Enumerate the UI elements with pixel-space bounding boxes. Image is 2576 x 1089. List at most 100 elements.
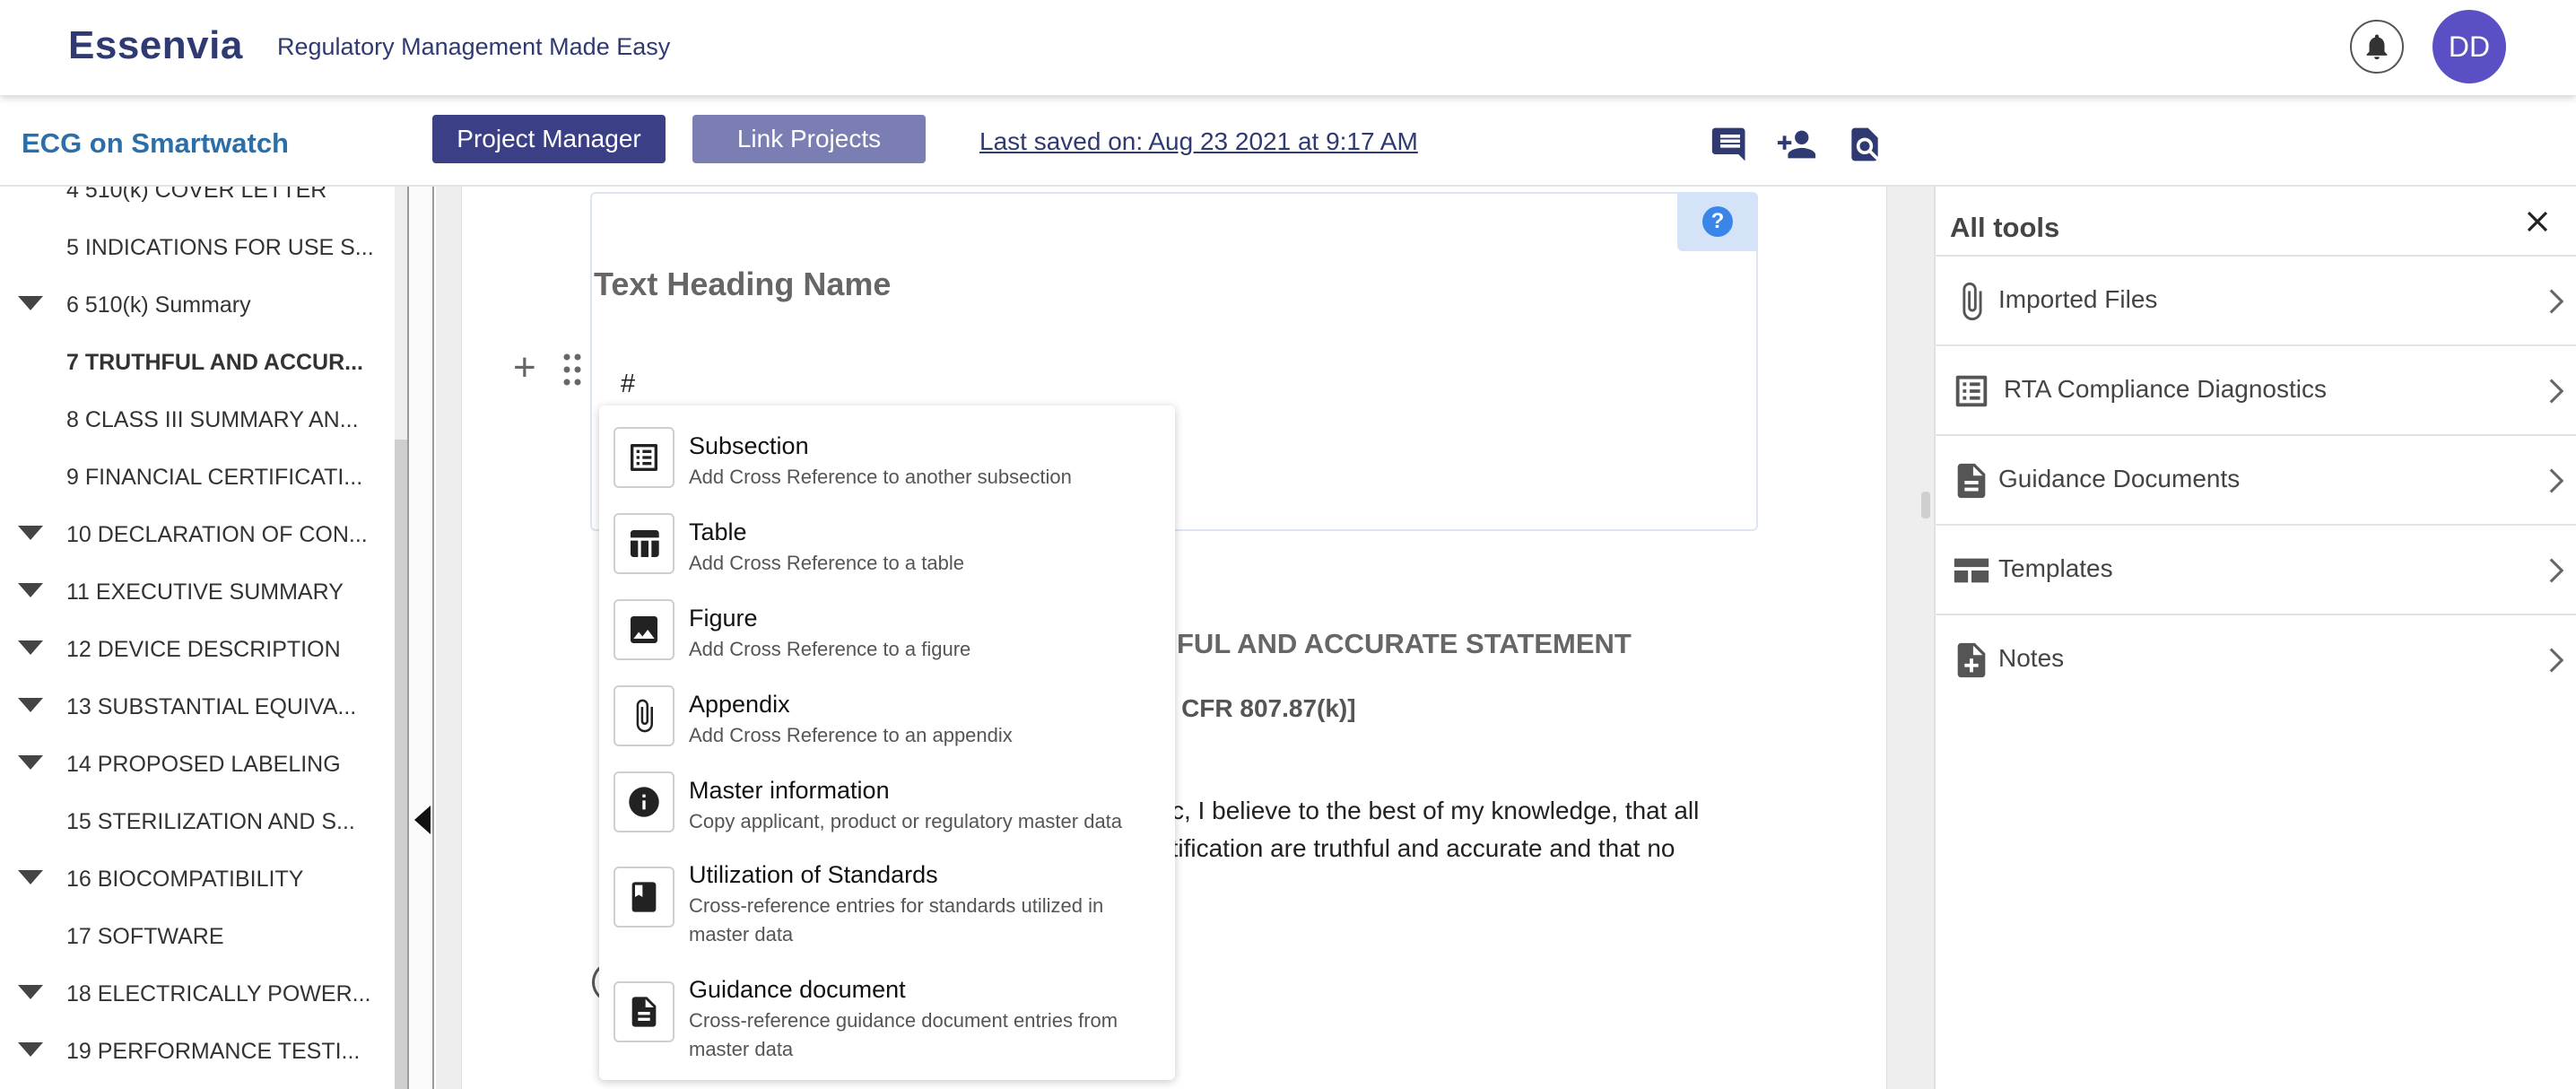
cross-reference-menu: Subsection Add Cross Reference to anothe… xyxy=(599,405,1175,1080)
tool-guidance-documents[interactable]: Guidance Documents xyxy=(1934,434,2576,524)
nav-item[interactable]: 10 DECLARATION OF CON... xyxy=(0,517,395,553)
menu-item-description: Add Cross Reference to a table xyxy=(689,552,964,574)
nav-item[interactable]: 4 510(k) COVER LETTER xyxy=(0,187,395,208)
add-block-icon[interactable]: + xyxy=(513,348,536,388)
last-saved-link[interactable]: Last saved on: Aug 23 2021 at 9:17 AM xyxy=(979,127,1418,156)
expand-caret-icon[interactable] xyxy=(18,583,43,597)
tool-label: Guidance Documents xyxy=(1998,465,2241,492)
nav-item[interactable]: 17 SOFTWARE xyxy=(0,919,395,954)
sidebar-scrollbar-thumb[interactable] xyxy=(395,440,407,1089)
tool-rta-compliance-diagnostics[interactable]: RTA Compliance Diagnostics xyxy=(1934,344,2576,434)
menu-item-description: Cross-reference guidance document entrie… xyxy=(689,1009,1118,1060)
menu-item-guidance-document[interactable]: Guidance document Cross-reference guidan… xyxy=(599,960,1175,1075)
chevron-right-icon xyxy=(2549,558,2563,583)
comments-button[interactable] xyxy=(1710,124,1751,165)
user-avatar[interactable]: DD xyxy=(2432,10,2506,83)
bell-icon xyxy=(2366,34,2388,60)
paragraph-line: c, I believe to the best of my knowledge… xyxy=(1171,797,1700,824)
chevron-right-icon xyxy=(2549,648,2563,673)
help-button[interactable]: ? xyxy=(1677,192,1758,251)
tagline: Regulatory Management Made Easy xyxy=(277,33,671,60)
chevron-right-icon xyxy=(2549,468,2563,493)
menu-item-title: Subsection xyxy=(689,432,809,459)
section-heading: FUL AND ACCURATE STATEMENT xyxy=(1177,628,1632,659)
essenvia-logo[interactable]: Essenvia xyxy=(68,23,243,68)
menu-item-utilization-of-standards[interactable]: Utilization of Standards Cross-reference… xyxy=(599,845,1175,960)
menu-item-description: Add Cross Reference to an appendix xyxy=(689,724,1013,746)
book-icon xyxy=(614,867,674,928)
right-panel-resize-handle[interactable] xyxy=(1921,492,1930,518)
project-name[interactable]: ECG on Smartwatch xyxy=(22,127,289,160)
project-manager-button[interactable]: Project Manager xyxy=(432,115,666,163)
list-icon xyxy=(614,427,674,488)
drag-handle-icon[interactable] xyxy=(561,352,583,388)
find-in-page-icon xyxy=(1851,127,1878,161)
tool-label: Templates xyxy=(1998,554,2113,582)
document-icon xyxy=(1948,457,1995,504)
section-navigator: 4 510(k) COVER LETTER 5 INDICATIONS FOR … xyxy=(0,187,395,1089)
block-heading[interactable]: Text Heading Name xyxy=(594,266,891,303)
nav-item[interactable]: 9 FINANCIAL CERTIFICATI... xyxy=(0,459,395,495)
add-collaborator-button[interactable] xyxy=(1776,124,1817,165)
nav-item[interactable]: 19 PERFORMANCE TESTI... xyxy=(0,1033,395,1069)
project-toolbar: ECG on Smartwatch Project Manager Link P… xyxy=(0,95,2576,187)
nav-item-active[interactable]: 7 TRUTHFUL AND ACCUR... xyxy=(0,344,395,380)
section-subheading: | CFR 807.87(k)] xyxy=(1168,694,1356,723)
tool-imported-files[interactable]: Imported Files xyxy=(1934,255,2576,344)
nav-item[interactable]: 6 510(k) Summary xyxy=(0,287,395,323)
menu-item-master-information[interactable]: Master information Copy applicant, produ… xyxy=(599,759,1175,845)
notifications-button[interactable] xyxy=(2350,20,2404,74)
nav-item[interactable]: 14 PROPOSED LABELING xyxy=(0,746,395,782)
chevron-right-icon xyxy=(2549,289,2563,314)
nav-item[interactable]: 16 BIOCOMPATIBILITY xyxy=(0,861,395,897)
menu-item-title: Guidance document xyxy=(689,976,906,1003)
nav-item[interactable]: 12 DEVICE DESCRIPTION xyxy=(0,632,395,667)
tool-label: Notes xyxy=(1998,644,2065,672)
template-icon xyxy=(1948,547,1995,594)
menu-item-description: Add Cross Reference to another subsectio… xyxy=(689,466,1072,488)
document-search-button[interactable] xyxy=(1844,124,1885,165)
paperclip-icon xyxy=(1948,278,1995,325)
paperclip-icon xyxy=(614,685,674,746)
nav-item[interactable]: 8 CLASS III SUMMARY AN... xyxy=(0,402,395,438)
menu-item-description: Add Cross Reference to a figure xyxy=(689,638,971,660)
close-icon[interactable] xyxy=(2520,205,2554,239)
expand-caret-icon[interactable] xyxy=(18,985,43,999)
menu-item-title: Master information xyxy=(689,777,890,804)
link-projects-button[interactable]: Link Projects xyxy=(692,115,926,163)
nav-item[interactable]: 11 EXECUTIVE SUMMARY xyxy=(0,574,395,610)
editor-input-text[interactable]: # xyxy=(621,370,635,399)
expand-caret-icon[interactable] xyxy=(18,296,43,310)
chevron-right-icon xyxy=(2549,379,2563,404)
collapse-sidebar-arrow-icon[interactable] xyxy=(414,806,431,834)
info-icon xyxy=(614,771,674,832)
help-icon: ? xyxy=(1702,206,1733,237)
menu-item-figure[interactable]: Figure Add Cross Reference to a figure xyxy=(599,587,1175,673)
menu-item-subsection[interactable]: Subsection Add Cross Reference to anothe… xyxy=(599,414,1175,501)
nav-item[interactable]: 5 INDICATIONS FOR USE S... xyxy=(0,230,395,266)
section-subheading-text: CFR 807.87(k)] xyxy=(1181,694,1356,722)
menu-item-table[interactable]: Table Add Cross Reference to a table xyxy=(599,501,1175,587)
tool-notes[interactable]: Notes xyxy=(1934,614,2576,703)
expand-caret-icon[interactable] xyxy=(18,755,43,770)
checklist-icon xyxy=(1948,368,1995,414)
document-icon xyxy=(614,981,674,1042)
comment-icon xyxy=(1711,127,1745,161)
expand-caret-icon[interactable] xyxy=(18,870,43,884)
expand-caret-icon[interactable] xyxy=(18,526,43,540)
expand-caret-icon[interactable] xyxy=(18,1042,43,1057)
panel-splitter[interactable] xyxy=(407,187,434,1089)
expand-caret-icon[interactable] xyxy=(18,698,43,712)
tool-label: Imported Files xyxy=(1998,285,2158,313)
nav-item[interactable]: 18 ELECTRICALLY POWER... xyxy=(0,976,395,1012)
table-icon xyxy=(614,513,674,574)
menu-item-title: Table xyxy=(689,518,747,545)
nav-item[interactable]: 15 STERILIZATION AND S... xyxy=(0,804,395,840)
nav-item[interactable]: 13 SUBSTANTIAL EQUIVA... xyxy=(0,689,395,725)
menu-item-appendix[interactable]: Appendix Add Cross Reference to an appen… xyxy=(599,673,1175,759)
tool-label: RTA Compliance Diagnostics xyxy=(2004,375,2328,403)
expand-caret-icon[interactable] xyxy=(18,640,43,655)
tool-templates[interactable]: Templates xyxy=(1934,524,2576,614)
tools-panel-title: All tools xyxy=(1950,212,2060,243)
menu-item-title: Figure xyxy=(689,605,758,632)
